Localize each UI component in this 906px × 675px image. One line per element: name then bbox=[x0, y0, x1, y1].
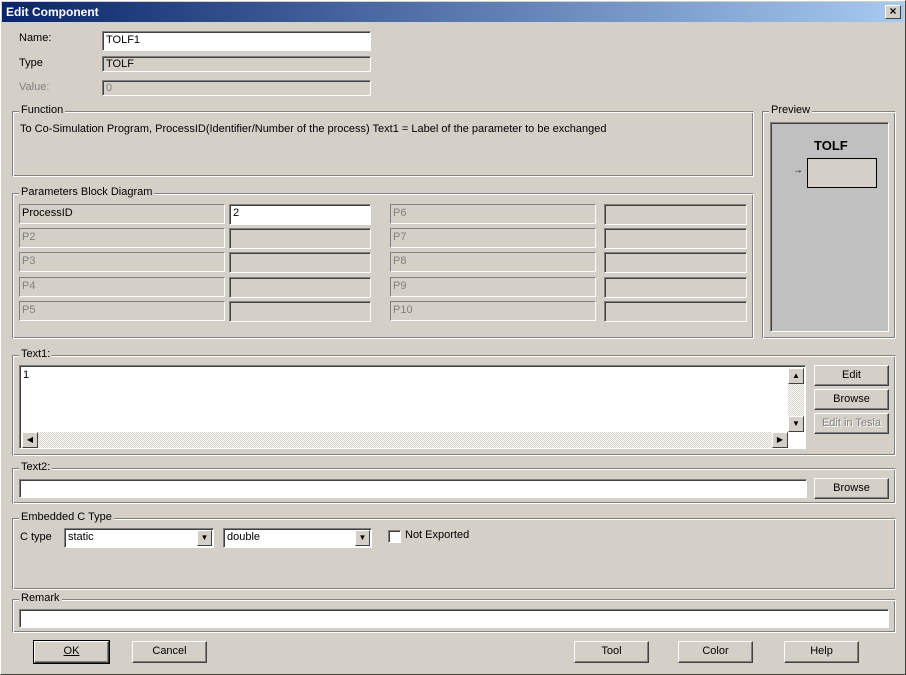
param-input-p9 bbox=[604, 277, 747, 298]
tool-button-label: Tool bbox=[601, 645, 622, 657]
text1-edit-button[interactable]: Edit bbox=[814, 365, 889, 386]
name-label: Name: bbox=[19, 32, 52, 44]
cancel-button[interactable]: Cancel bbox=[132, 641, 207, 663]
preview-group-title: Preview bbox=[769, 104, 813, 116]
param-input-p5 bbox=[229, 301, 371, 322]
param-input-p10 bbox=[604, 301, 747, 322]
embedded-c-type-group: Embedded C Type C type static ▼ double ▼… bbox=[12, 511, 896, 590]
data-type-selected-value: double bbox=[227, 531, 261, 543]
not-exported-label: Not Exported bbox=[405, 529, 470, 541]
text2-group-title: Text2: bbox=[19, 461, 53, 473]
text1-content: 1 bbox=[23, 369, 30, 381]
chevron-down-icon[interactable]: ▼ bbox=[197, 530, 212, 546]
text2-input[interactable] bbox=[19, 479, 807, 498]
text1-horizontal-scrollbar[interactable] bbox=[22, 432, 788, 448]
remark-input[interactable] bbox=[19, 609, 889, 628]
close-icon[interactable]: × bbox=[885, 5, 901, 19]
text1-group: Text1: 1 ▲ ▼ ◀ ▶ Edit Browse Edit in Tes… bbox=[12, 348, 896, 456]
parameters-group-title: Parameters Block Diagram bbox=[19, 186, 155, 198]
edit-component-dialog: Edit Component × Name: TOLF1 Type TOLF V… bbox=[0, 0, 906, 675]
function-group: Function To Co-Simulation Program, Proce… bbox=[12, 104, 754, 177]
data-type-select[interactable]: double ▼ bbox=[223, 528, 372, 548]
param-input-processid[interactable]: 2 bbox=[229, 204, 371, 225]
value-field: 0 bbox=[102, 80, 371, 96]
window-title: Edit Component bbox=[6, 5, 99, 19]
chevron-down-icon[interactable]: ▼ bbox=[355, 530, 370, 546]
c-type-selected-value: static bbox=[68, 531, 94, 543]
type-label: Type bbox=[19, 57, 43, 69]
c-type-select[interactable]: static ▼ bbox=[64, 528, 214, 548]
param-input-p8 bbox=[604, 252, 747, 273]
text2-browse-button[interactable]: Browse bbox=[814, 478, 889, 499]
help-button[interactable]: Help bbox=[784, 641, 859, 663]
embedded-c-type-title: Embedded C Type bbox=[19, 511, 114, 523]
c-type-label: C type bbox=[20, 531, 52, 543]
text1-group-title: Text1: bbox=[19, 348, 53, 360]
preview-group: Preview TOLF → bbox=[762, 104, 896, 339]
preview-component-box bbox=[807, 158, 877, 188]
param-input-p7 bbox=[604, 228, 747, 249]
function-group-title: Function bbox=[19, 104, 66, 116]
help-button-label: Help bbox=[810, 645, 833, 657]
param-input-p2 bbox=[229, 228, 371, 249]
scroll-right-icon[interactable]: ▶ bbox=[772, 432, 788, 448]
name-input[interactable]: TOLF1 bbox=[102, 31, 371, 51]
color-button-label: Color bbox=[702, 645, 729, 657]
cancel-button-label: Cancel bbox=[152, 645, 187, 657]
ok-button[interactable]: OK bbox=[33, 640, 110, 664]
param-input-p3 bbox=[229, 252, 371, 273]
remark-group: Remark bbox=[12, 592, 896, 633]
scroll-up-icon[interactable]: ▲ bbox=[788, 368, 804, 384]
remark-group-title: Remark bbox=[19, 592, 62, 604]
text1-textarea[interactable]: 1 ▲ ▼ ◀ ▶ bbox=[19, 365, 806, 449]
param-label-p2: P2 bbox=[19, 228, 225, 248]
function-description: To Co-Simulation Program, ProcessID(Iden… bbox=[20, 123, 607, 135]
ok-button-label: OK bbox=[63, 645, 80, 657]
param-label-processid: ProcessID bbox=[19, 204, 225, 224]
title-bar: Edit Component × bbox=[2, 2, 904, 22]
preview-input-pin-icon: → bbox=[793, 165, 803, 176]
edit-in-tesla-button: Edit in Tesla bbox=[814, 413, 889, 434]
param-label-p8: P8 bbox=[390, 252, 596, 272]
scroll-left-icon[interactable]: ◀ bbox=[22, 432, 38, 448]
param-input-p6 bbox=[604, 204, 747, 225]
param-label-p6: P6 bbox=[390, 204, 596, 224]
parameters-group: Parameters Block Diagram ProcessID 2 P2 … bbox=[12, 186, 754, 339]
color-button[interactable]: Color bbox=[678, 641, 753, 663]
tool-button[interactable]: Tool bbox=[574, 641, 649, 663]
not-exported-checkbox[interactable] bbox=[388, 530, 401, 543]
value-label: Value: bbox=[19, 81, 50, 93]
preview-canvas: TOLF → bbox=[770, 122, 889, 332]
param-input-p4 bbox=[229, 277, 371, 298]
preview-component-label: TOLF bbox=[814, 138, 848, 153]
param-label-p9: P9 bbox=[390, 277, 596, 297]
param-label-p4: P4 bbox=[19, 277, 225, 297]
param-label-p10: P10 bbox=[390, 301, 596, 321]
scroll-down-icon[interactable]: ▼ bbox=[788, 416, 804, 432]
param-label-p5: P5 bbox=[19, 301, 225, 321]
text1-browse-button[interactable]: Browse bbox=[814, 389, 889, 410]
param-label-p7: P7 bbox=[390, 228, 596, 248]
type-field: TOLF bbox=[102, 56, 371, 72]
param-label-p3: P3 bbox=[19, 252, 225, 272]
text2-group: Text2: Browse bbox=[12, 461, 896, 504]
